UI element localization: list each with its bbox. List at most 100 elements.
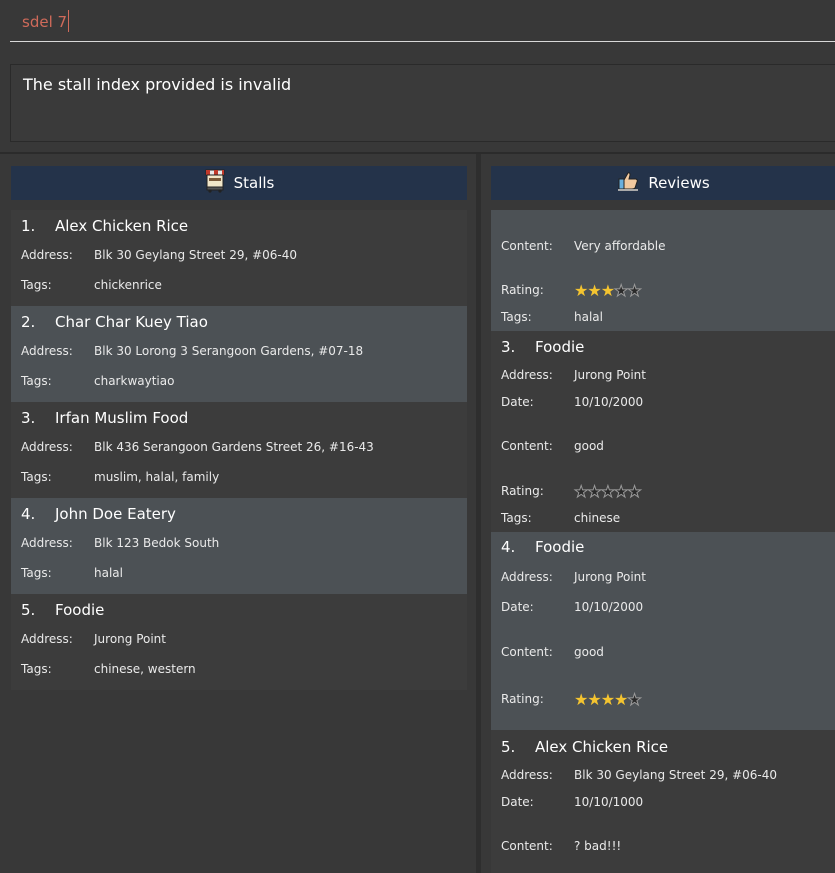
review-title: 5. Alex Chicken Rice bbox=[501, 738, 668, 756]
stalls-panel-header: Stalls bbox=[11, 166, 467, 200]
tags-label: Tags: bbox=[21, 662, 52, 676]
review-index: 4. bbox=[501, 538, 516, 556]
stall-title: 2. Char Char Kuey Tiao bbox=[21, 313, 208, 331]
review-stall-name: Alex Chicken Rice bbox=[535, 738, 669, 756]
reviews-list[interactable]: Content: Very affordable Rating: ★★★★★ Tag… bbox=[491, 210, 835, 873]
stall-tags-row: Tags: chinese, western bbox=[21, 662, 196, 676]
stall-tags-row: Tags: muslim, halal, family bbox=[21, 470, 219, 484]
stall-card[interactable]: 2. Char Char Kuey Tiao Address: Blk 30 Lor… bbox=[11, 306, 467, 402]
address-label: Address: bbox=[501, 570, 553, 584]
rating-stars: ★★★★★ bbox=[574, 690, 642, 710]
review-rating-row: Rating: ★★★★★ bbox=[501, 482, 642, 502]
review-content: good bbox=[574, 645, 604, 659]
stall-name: John Doe Eatery bbox=[55, 505, 176, 523]
star-filled-icon: ★ bbox=[587, 281, 601, 300]
review-date: 10/10/2000 bbox=[574, 395, 644, 409]
review-date-row: Date: 10/10/1000 bbox=[501, 795, 643, 809]
stall-address-row: Address: Blk 436 Serangoon Gardens Street… bbox=[21, 440, 374, 454]
stall-address: Jurong Point bbox=[94, 632, 166, 646]
reviews-panel-header: Reviews bbox=[491, 166, 835, 200]
stall-tags: chinese, western bbox=[94, 662, 196, 676]
review-tags: chinese bbox=[574, 511, 621, 525]
stall-address: Blk 123 Bedok South bbox=[94, 536, 220, 550]
rating-stars: ★★★★★ bbox=[573, 482, 642, 502]
review-address-row: Address: Jurong Point bbox=[501, 368, 646, 382]
stall-name: Foodie bbox=[55, 601, 105, 619]
review-index: 5. bbox=[501, 738, 516, 756]
star-empty-icon: ★ bbox=[614, 482, 629, 502]
star-empty-icon: ★ bbox=[627, 281, 642, 301]
star-filled-icon: ★ bbox=[614, 690, 628, 709]
stall-address-row: Address: Jurong Point bbox=[21, 632, 166, 646]
stall-address-row: Address: Blk 123 Bedok South bbox=[21, 536, 219, 550]
stall-title: 1. Alex Chicken Rice bbox=[21, 217, 188, 235]
stalls-panel-title: Stalls bbox=[233, 174, 275, 192]
stall-address-row: Address: Blk 30 Lorong 3 Serangoon Garden… bbox=[21, 344, 363, 358]
content-label: Content: bbox=[501, 839, 553, 853]
stall-card[interactable]: 5. Foodie Address: Jurong Point Tags: chine… bbox=[11, 594, 467, 690]
review-content: Very affordable bbox=[574, 239, 666, 253]
tags-label: Tags: bbox=[21, 374, 52, 388]
stall-address: Blk 30 Lorong 3 Serangoon Gardens, #07-1… bbox=[94, 344, 364, 358]
review-card[interactable]: 3. Foodie Address: Jurong Point Date: 10/10… bbox=[491, 331, 835, 532]
stall-icon bbox=[204, 169, 226, 197]
stall-index: 2. bbox=[21, 313, 36, 331]
review-tags: halal bbox=[574, 310, 603, 324]
stall-card[interactable]: 4. John Doe Eatery Address: Blk 123 Bedok … bbox=[11, 498, 467, 594]
stall-address: Blk 436 Serangoon Gardens Street 26, #16… bbox=[94, 440, 374, 454]
stall-tags: chickenrice bbox=[94, 278, 162, 292]
panel-divider[interactable] bbox=[476, 154, 481, 873]
review-address: Jurong Point bbox=[574, 570, 646, 584]
star-filled-icon: ★ bbox=[600, 281, 615, 300]
tags-label: Tags: bbox=[501, 310, 532, 324]
stall-card[interactable]: 1. Alex Chicken Rice Address: Blk 30 Geyla… bbox=[11, 210, 467, 306]
tags-label: Tags: bbox=[21, 566, 52, 580]
result-message: The stall index provided is invalid bbox=[23, 75, 292, 94]
review-date: 10/10/2000 bbox=[574, 600, 644, 614]
address-label: Address: bbox=[501, 768, 553, 782]
star-filled-icon: ★ bbox=[574, 281, 588, 300]
review-rating-row: Rating: ★★★★★ bbox=[501, 281, 642, 301]
command-input[interactable]: sdel 7 bbox=[10, 5, 835, 42]
review-content-row: Content: good bbox=[501, 645, 604, 659]
stall-title: 4. John Doe Eatery bbox=[21, 505, 176, 523]
stall-name: Irfan Muslim Food bbox=[55, 409, 189, 427]
review-card[interactable]: 4. Foodie Address: Jurong Point Date: 10/10… bbox=[491, 532, 835, 730]
review-date-row: Date: 10/10/2000 bbox=[501, 600, 643, 614]
star-filled-icon: ★ bbox=[587, 690, 601, 709]
date-label: Date: bbox=[501, 795, 534, 809]
review-address: Blk 30 Geylang Street 29, #06-40 bbox=[574, 768, 778, 782]
star-empty-icon: ★ bbox=[627, 482, 642, 502]
review-card[interactable]: Content: Very affordable Rating: ★★★★★ Tag… bbox=[491, 210, 835, 331]
reviews-panel-title: Reviews bbox=[648, 174, 710, 192]
address-label: Address: bbox=[21, 440, 73, 454]
stall-tags-row: Tags: chickenrice bbox=[21, 278, 162, 292]
review-address-row: Address: Jurong Point bbox=[501, 570, 646, 584]
review-stall-name: Foodie bbox=[535, 538, 585, 556]
stall-title: 3. Irfan Muslim Food bbox=[21, 409, 188, 427]
date-label: Date: bbox=[501, 395, 534, 409]
star-empty-icon: ★ bbox=[614, 281, 629, 301]
rating-label: Rating: bbox=[501, 283, 544, 297]
stall-index: 4. bbox=[21, 505, 36, 523]
star-empty-icon: ★ bbox=[573, 482, 588, 502]
review-tags-row: Tags: chinese bbox=[501, 511, 620, 525]
rating-stars: ★★★★★ bbox=[574, 281, 642, 301]
command-text: sdel 7 bbox=[22, 13, 68, 31]
rating-label: Rating: bbox=[501, 484, 544, 498]
review-title: 4. Foodie bbox=[501, 538, 584, 556]
stall-tags: muslim, halal, family bbox=[94, 470, 220, 484]
review-card[interactable]: 5. Alex Chicken Rice Address: Blk 30 Geyla… bbox=[491, 730, 835, 873]
rating-label: Rating: bbox=[501, 692, 544, 706]
stalls-list[interactable]: 1. Alex Chicken Rice Address: Blk 30 Geyla… bbox=[11, 210, 467, 690]
content-label: Content: bbox=[501, 645, 553, 659]
review-address-row: Address: Blk 30 Geylang Street 29, #06-40 bbox=[501, 768, 777, 782]
tags-label: Tags: bbox=[21, 278, 52, 292]
review-content: ? bad!!! bbox=[574, 839, 622, 853]
review-stall-name: Foodie bbox=[535, 338, 585, 356]
stall-card[interactable]: 3. Irfan Muslim Food Address: Blk 436 Sera… bbox=[11, 402, 467, 498]
content-label: Content: bbox=[501, 239, 553, 253]
address-label: Address: bbox=[21, 344, 73, 358]
stall-index: 3. bbox=[21, 409, 36, 427]
star-filled-icon: ★ bbox=[600, 690, 615, 709]
